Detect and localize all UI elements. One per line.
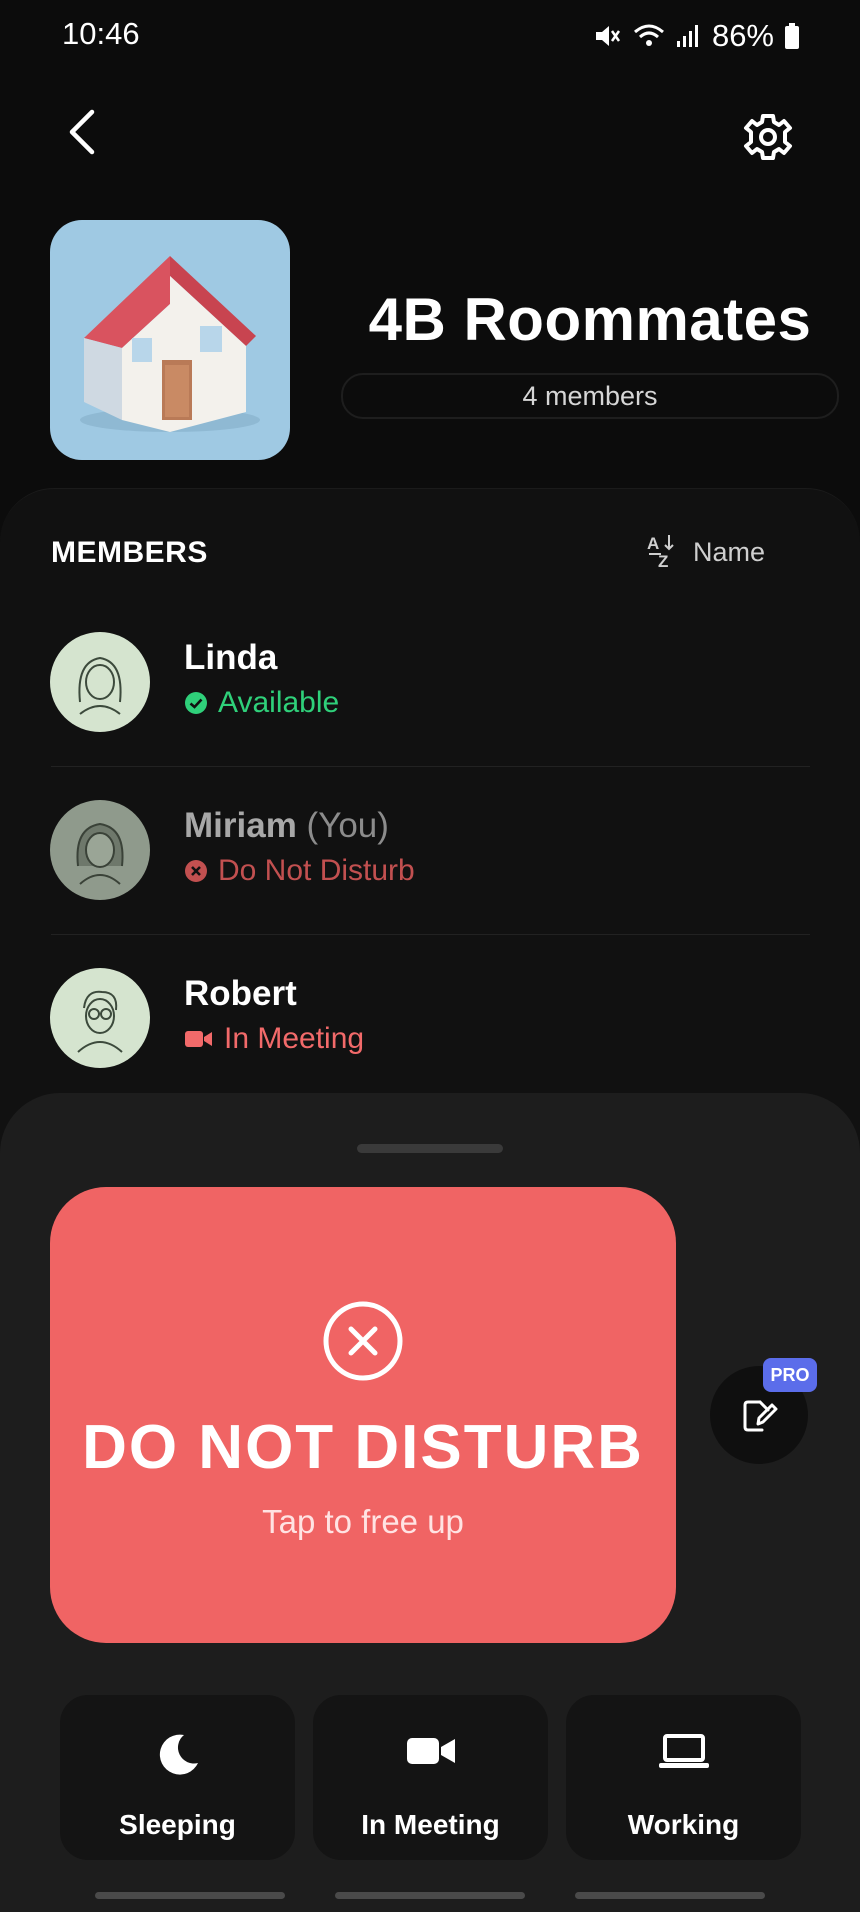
current-status-subtitle: Tap to free up	[262, 1503, 464, 1540]
page-indicator	[95, 1892, 285, 1899]
quick-status-label: Working	[627, 1809, 740, 1840]
quick-status-in-meeting[interactable]: In Meeting	[313, 1695, 548, 1860]
you-suffix: (You)	[306, 806, 389, 845]
sort-button[interactable]: A Z Name	[645, 532, 765, 572]
member-status: Do Not Disturb	[184, 854, 415, 888]
check-circle-icon	[185, 692, 207, 714]
member-count-label: 4 members	[522, 380, 658, 411]
edit-note-icon	[743, 1400, 778, 1432]
mute-icon	[595, 26, 620, 46]
wifi-icon	[633, 24, 664, 46]
sort-az-icon: A Z	[647, 534, 674, 571]
moon-icon	[159, 1734, 198, 1775]
quick-status-working[interactable]: Working	[566, 1695, 801, 1860]
page-indicator	[575, 1892, 765, 1899]
current-status-title: DO NOT DISTURB	[82, 1413, 644, 1482]
member-count[interactable]: 4 members	[341, 373, 839, 419]
member-name: Linda	[184, 638, 278, 677]
divider	[51, 766, 810, 767]
house-icon	[80, 256, 260, 432]
avatar	[50, 632, 150, 732]
avatar	[50, 800, 150, 900]
member-row-linda[interactable]: Linda Available	[50, 628, 810, 748]
x-circle-icon	[322, 1300, 404, 1382]
chevron-left-icon	[69, 109, 95, 155]
member-status: Available	[184, 686, 339, 720]
member-name: Miriam (You)	[184, 806, 389, 846]
member-status-label: Available	[218, 686, 340, 719]
settings-button[interactable]	[735, 104, 801, 170]
quick-status-label: In Meeting	[361, 1809, 500, 1840]
status-time: 10:46	[62, 16, 140, 51]
member-status: In Meeting	[184, 1022, 364, 1056]
svg-text:A: A	[647, 534, 659, 553]
battery-percent: 86%	[711, 18, 774, 53]
sort-label: Name	[693, 536, 766, 567]
member-name-text: Miriam	[184, 806, 297, 845]
drag-handle[interactable]	[357, 1144, 503, 1153]
page-indicator	[335, 1892, 525, 1899]
back-button[interactable]	[52, 100, 116, 164]
man-avatar-icon	[77, 990, 123, 1053]
members-heading: MEMBERS	[51, 536, 208, 569]
status-icons: 86%	[592, 18, 800, 54]
video-camera-icon	[406, 1738, 455, 1764]
x-circle-icon	[185, 860, 207, 882]
woman-avatar-icon	[76, 822, 124, 885]
divider	[51, 934, 810, 935]
quick-status-label: Sleeping	[119, 1809, 236, 1840]
avatar	[50, 968, 150, 1068]
member-row-robert[interactable]: Robert In Meeting	[50, 964, 810, 1084]
woman-avatar-icon	[78, 656, 122, 715]
video-camera-icon	[185, 1031, 212, 1047]
member-name: Robert	[184, 974, 297, 1013]
signal-icon	[676, 25, 698, 47]
group-image[interactable]	[50, 220, 290, 460]
battery-icon	[785, 23, 799, 49]
pro-badge: PRO	[763, 1358, 817, 1392]
group-name: 4B Roommates	[368, 286, 812, 353]
member-status-label: In Meeting	[224, 1022, 365, 1055]
member-status-label: Do Not Disturb	[218, 854, 415, 887]
quick-status-sleeping[interactable]: Sleeping	[60, 1695, 295, 1860]
gear-icon	[744, 114, 792, 160]
laptop-icon	[658, 1734, 709, 1768]
member-row-miriam[interactable]: Miriam (You) Do Not Disturb	[50, 796, 810, 916]
